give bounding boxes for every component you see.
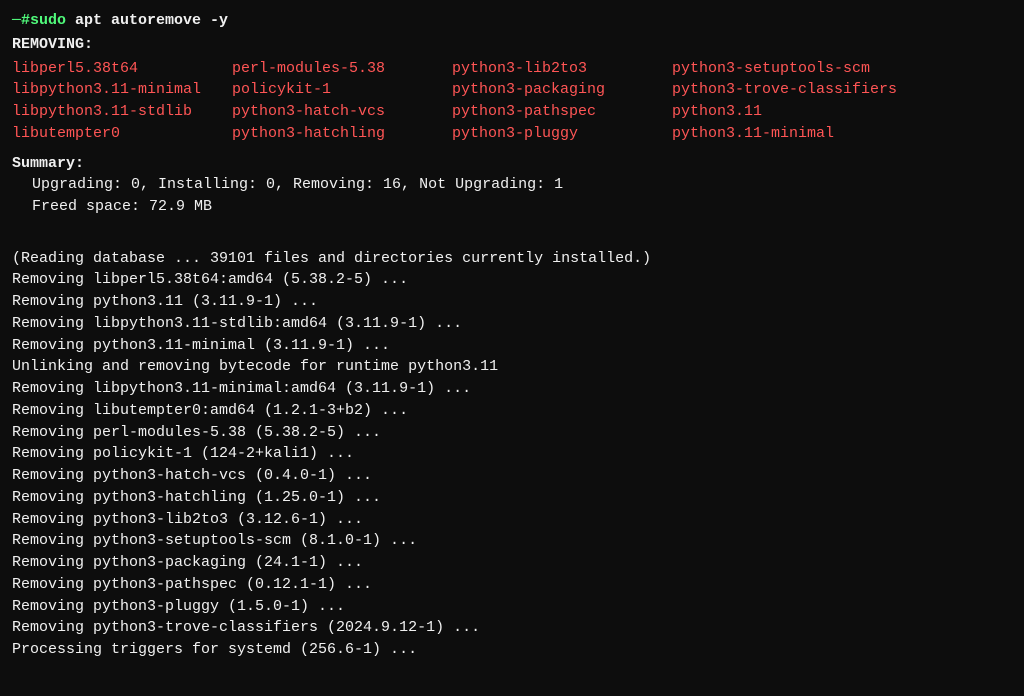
package-item: python3-pathspec <box>452 101 672 123</box>
package-item: libpython3.11-stdlib <box>12 101 232 123</box>
output-line: Removing libpython3.11-minimal:amd64 (3.… <box>12 378 1012 400</box>
package-item: python3-lib2to3 <box>452 58 672 80</box>
summary-header: Summary: <box>12 153 1012 175</box>
output-line: Removing python3-trove-classifiers (2024… <box>12 617 1012 639</box>
output-line-systemd: Processing triggers for systemd (256.6-1… <box>12 639 1012 661</box>
output-line-reading-db: (Reading database ... 39101 files and di… <box>12 248 1012 270</box>
output-line: Removing libutempter0:amd64 (1.2.1-3+b2)… <box>12 400 1012 422</box>
output-line: Removing libpython3.11-stdlib:amd64 (3.1… <box>12 313 1012 335</box>
package-item: python3.11-minimal <box>672 123 1024 145</box>
prompt-prefix: ─# <box>12 10 30 32</box>
summary-freed-space: Freed space: 72.9 MB <box>12 196 1012 218</box>
output-line: Removing python3-hatch-vcs (0.4.0-1) ... <box>12 465 1012 487</box>
summary-upgrading: Upgrading: 0, Installing: 0, Removing: 1… <box>12 174 1012 196</box>
prompt-line: ─# sudo apt autoremove -y <box>12 10 1012 32</box>
output-section: (Reading database ... 39101 files and di… <box>12 226 1012 661</box>
output-line: Removing python3-lib2to3 (3.12.6-1) ... <box>12 509 1012 531</box>
package-item: perl-modules-5.38 <box>232 58 452 80</box>
package-item: python3-hatch-vcs <box>232 101 452 123</box>
package-item: libperl5.38t64 <box>12 58 232 80</box>
terminal-window: ─# sudo apt autoremove -y REMOVING: libp… <box>12 10 1012 686</box>
package-item: policykit-1 <box>232 79 452 101</box>
output-line: Unlinking and removing bytecode for runt… <box>12 356 1012 378</box>
output-line: Removing python3-pathspec (0.12.1-1) ... <box>12 574 1012 596</box>
package-item: python3.11 <box>672 101 1024 123</box>
output-line: Removing python3-hatchling (1.25.0-1) ..… <box>12 487 1012 509</box>
package-item: python3-pluggy <box>452 123 672 145</box>
output-line: Removing python3-packaging (24.1-1) ... <box>12 552 1012 574</box>
prompt-command: sudo apt autoremove -y <box>30 10 228 32</box>
output-line: Removing python3.11 (3.11.9-1) ... <box>12 291 1012 313</box>
output-line: Removing python3-pluggy (1.5.0-1) ... <box>12 596 1012 618</box>
package-item: python3-hatchling <box>232 123 452 145</box>
package-item: libutempter0 <box>12 123 232 145</box>
output-line <box>12 226 1012 248</box>
output-line: Removing python3-setuptools-scm (8.1.0-1… <box>12 530 1012 552</box>
packages-grid: libperl5.38t64 perl-modules-5.38 python3… <box>12 58 1012 145</box>
package-item: python3-trove-classifiers <box>672 79 1024 101</box>
package-item: python3-packaging <box>452 79 672 101</box>
removing-header: REMOVING: <box>12 34 1012 56</box>
output-line: Removing python3.11-minimal (3.11.9-1) .… <box>12 335 1012 357</box>
output-line: Removing libperl5.38t64:amd64 (5.38.2-5)… <box>12 269 1012 291</box>
output-line: Removing perl-modules-5.38 (5.38.2-5) ..… <box>12 422 1012 444</box>
summary-section: Summary: Upgrading: 0, Installing: 0, Re… <box>12 153 1012 218</box>
package-item: libpython3.11-minimal <box>12 79 232 101</box>
output-line: Removing policykit-1 (124-2+kali1) ... <box>12 443 1012 465</box>
package-item: python3-setuptools-scm <box>672 58 1024 80</box>
